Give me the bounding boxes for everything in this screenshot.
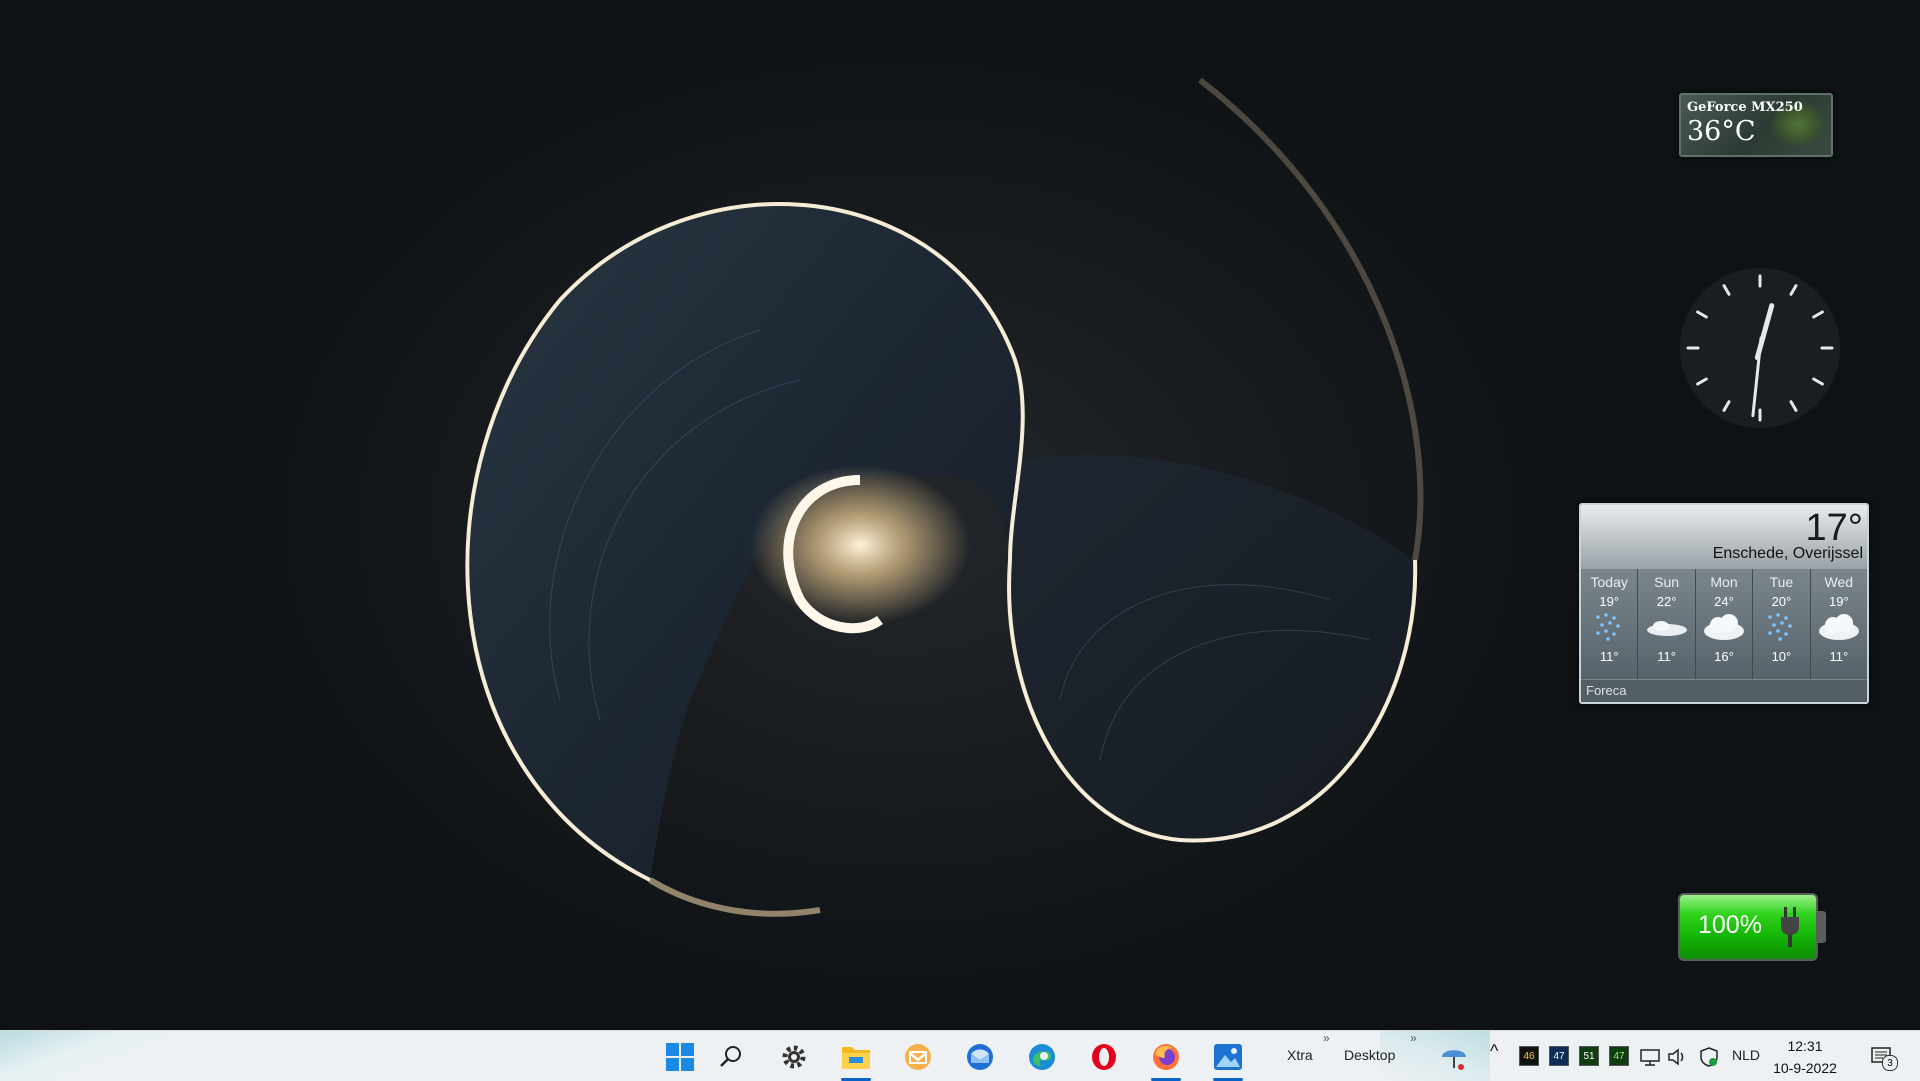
chevron-right-icon[interactable]: »	[1323, 1031, 1330, 1045]
analog-clock-widget[interactable]	[1678, 266, 1842, 430]
notification-count-badge: 3	[1882, 1055, 1898, 1071]
toolbar-desktop[interactable]: Desktop	[1344, 1047, 1395, 1063]
current-temperature: 17°	[1805, 507, 1863, 549]
chevron-right-icon[interactable]: »	[1410, 1031, 1417, 1045]
taskbar-clock[interactable]: 12:31 10-9-2022	[1762, 1035, 1848, 1079]
forecast-high: 24°	[1714, 594, 1734, 609]
forecast-low: 10°	[1771, 649, 1792, 664]
thunderbird-icon[interactable]	[960, 1037, 1000, 1077]
toolbar-xtra[interactable]: Xtra	[1287, 1047, 1313, 1063]
forecast-day-name: Wed	[1824, 574, 1854, 590]
weather-location: Enschede, Overijssel	[1712, 545, 1863, 562]
opera-icon[interactable]	[1084, 1037, 1124, 1077]
start-icon[interactable]	[660, 1037, 700, 1077]
search-icon[interactable]	[711, 1037, 751, 1077]
forecast-day[interactable]: Mon 24° 16°	[1696, 569, 1754, 683]
edge-icon[interactable]	[1022, 1037, 1062, 1077]
taskbar: Xtra » Desktop » ^ 46 47 51 47 NLD 12:31…	[0, 1030, 1920, 1081]
forecast-day-name: Today	[1590, 574, 1628, 590]
security-shield-icon[interactable]	[1698, 1037, 1720, 1077]
forecast-list: Today 19° 11° Sun 22° 11° Mon 24° 16° Tue 20° 10° We…	[1581, 569, 1867, 683]
forecast-day-name: Sun	[1654, 574, 1680, 590]
cloud-icon	[1696, 609, 1752, 647]
partly-cloudy-icon	[1638, 609, 1694, 647]
forecast-day-name: Tue	[1769, 574, 1794, 590]
forecast-high: 19°	[1599, 594, 1620, 609]
forecast-low: 11°	[1599, 649, 1619, 664]
battery-percent: 100%	[1698, 911, 1762, 939]
forecast-low: 11°	[1657, 649, 1676, 664]
firefox-icon[interactable]	[1146, 1037, 1186, 1081]
tray-temp-2[interactable]: 47	[1549, 1046, 1569, 1066]
charging-plug-icon	[1781, 907, 1799, 947]
rain-icon	[1581, 609, 1637, 647]
tray-temp-1[interactable]: 46	[1519, 1046, 1539, 1066]
gpu-temperature-widget[interactable]: GeForce MX250 36°C	[1679, 93, 1833, 157]
notification-center-icon[interactable]: 3	[1864, 1037, 1900, 1077]
forecast-day-name: Mon	[1710, 574, 1738, 590]
tray-temp-3[interactable]: 51	[1579, 1046, 1599, 1066]
forecast-high: 22°	[1656, 594, 1677, 609]
rain-icon	[1753, 609, 1809, 647]
taskbar-time: 12:31	[1787, 1038, 1823, 1054]
weather-widget[interactable]: 17° Enschede, Overijssel Today 19° 11° Sun 2…	[1579, 503, 1869, 704]
battery-widget[interactable]: 100%	[1678, 893, 1828, 961]
file-explorer-icon[interactable]	[836, 1037, 876, 1081]
forecast-high: 19°	[1828, 594, 1849, 609]
chevron-up-icon[interactable]: ^	[1490, 1041, 1498, 1062]
weather-umbrella-icon[interactable]	[1434, 1037, 1474, 1077]
network-icon[interactable]	[1639, 1037, 1661, 1077]
taskbar-date: 10-9-2022	[1773, 1060, 1837, 1076]
forecast-high: 20°	[1771, 594, 1792, 609]
volume-icon[interactable]	[1666, 1037, 1688, 1077]
forecast-day[interactable]: Tue 20° 10°	[1753, 569, 1811, 683]
weather-provider-link[interactable]: Foreca	[1586, 683, 1626, 698]
mail-icon[interactable]	[898, 1037, 938, 1077]
gpu-temperature: 36°C	[1687, 116, 1756, 147]
settings-icon[interactable]	[774, 1037, 814, 1077]
battery-cap	[1818, 911, 1826, 943]
tray-temp-4[interactable]: 47	[1609, 1046, 1629, 1066]
photos-icon[interactable]	[1208, 1037, 1248, 1081]
forecast-low: 11°	[1829, 649, 1849, 664]
forecast-low: 16°	[1714, 649, 1734, 664]
gpu-name: GeForce MX250	[1687, 100, 1803, 115]
forecast-day[interactable]: Sun 22° 11°	[1638, 569, 1696, 683]
cloud-icon	[1811, 609, 1867, 647]
weather-footer: Foreca	[1581, 679, 1867, 702]
forecast-day[interactable]: Today 19° 11°	[1581, 569, 1639, 683]
language-indicator[interactable]: NLD	[1732, 1047, 1760, 1063]
taskbar-background-art	[0, 1031, 180, 1081]
forecast-day[interactable]: Wed 19° 11°	[1811, 569, 1867, 683]
